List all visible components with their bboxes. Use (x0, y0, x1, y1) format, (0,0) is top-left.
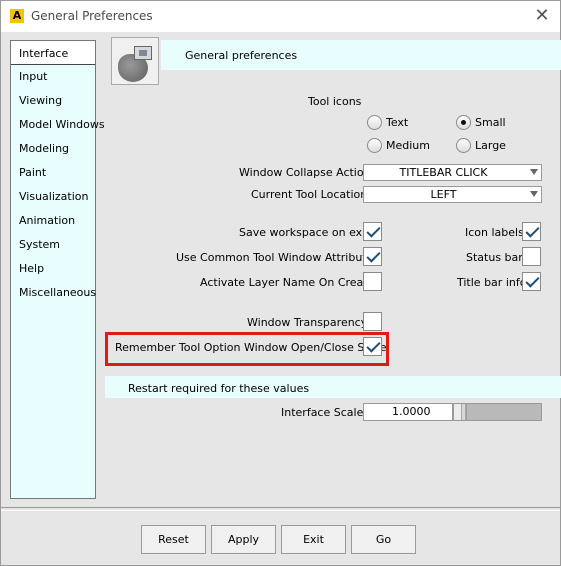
window-collapse-select[interactable]: TITLEBAR CLICK (363, 164, 542, 181)
common-tool-window-label: Use Common Tool Window Attributes (176, 251, 380, 264)
tool-location-select[interactable]: LEFT (363, 186, 542, 203)
radio-text[interactable] (367, 115, 382, 130)
save-workspace-checkbox[interactable] (363, 222, 382, 241)
reset-button[interactable]: Reset (141, 525, 206, 554)
restart-note: Restart required for these values (128, 382, 310, 395)
tool-location-label: Current Tool Location (251, 188, 368, 201)
window-transparency-checkbox[interactable] (363, 312, 382, 331)
sidebar-item-viewing[interactable]: Viewing (11, 89, 95, 113)
radio-large[interactable] (456, 138, 471, 153)
icon-labels-checkbox[interactable] (522, 222, 541, 241)
radio-medium-label: Medium (386, 139, 430, 152)
interface-scale-label: Interface Scale (281, 406, 364, 419)
window-collapse-label: Window Collapse Action (239, 166, 371, 179)
sidebar-item-visualization[interactable]: Visualization (11, 185, 95, 209)
icon-labels-label: Icon labels (465, 226, 524, 239)
activate-layer-name-label: Activate Layer Name On Create (200, 276, 375, 289)
sidebar-item-model-windows[interactable]: Model Windows (11, 113, 105, 137)
sidebar-item-input[interactable]: Input (11, 65, 95, 89)
category-sidebar: Interface Input Viewing Model Windows Mo… (10, 40, 105, 499)
preferences-window: Interface Input Viewing Model Windows Mo… (0, 32, 561, 566)
go-button[interactable]: Go (351, 525, 416, 554)
restart-section-header: Restart required for these values (105, 376, 561, 398)
exit-button[interactable]: Exit (281, 525, 346, 554)
radio-medium[interactable] (367, 138, 382, 153)
sidebar-item-paint[interactable]: Paint (11, 161, 95, 185)
preferences-icon (111, 37, 159, 85)
chevron-down-icon (530, 169, 538, 175)
close-icon[interactable]: ✕ (534, 7, 550, 25)
common-tool-window-checkbox[interactable] (363, 247, 382, 266)
status-bar-checkbox[interactable] (522, 247, 541, 266)
status-bar-label: Status bar (466, 251, 523, 264)
app-logo-icon: A (10, 9, 24, 23)
sidebar-item-miscellaneous[interactable]: Miscellaneous (11, 281, 96, 305)
radio-large-label: Large (475, 139, 506, 152)
radio-small[interactable] (456, 115, 471, 130)
footer-divider (1, 507, 560, 508)
sidebar-item-modeling[interactable]: Modeling (11, 137, 95, 161)
sidebar-item-help[interactable]: Help (11, 257, 95, 281)
interface-scale-input[interactable]: 1.0000 (363, 403, 453, 421)
highlight-box (105, 332, 389, 366)
section-header: General preferences (161, 40, 561, 70)
tool-location-value: LEFT (430, 188, 457, 201)
radio-small-label: Small (475, 116, 506, 129)
title-bar-info-label: Title bar info (457, 276, 527, 289)
radio-text-label: Text (386, 116, 409, 129)
interface-scale-slider[interactable] (453, 403, 542, 421)
window-transparency-label: Window Transparency (247, 316, 368, 329)
window-collapse-value: TITLEBAR CLICK (399, 166, 488, 179)
apply-button[interactable]: Apply (211, 525, 276, 554)
tool-icons-label: Tool icons (308, 95, 362, 108)
title-bar: A General Preferences ✕ (0, 0, 561, 32)
activate-layer-name-checkbox[interactable] (363, 272, 382, 291)
section-title: General preferences (185, 49, 298, 62)
slider-thumb[interactable] (454, 404, 467, 420)
chevron-down-icon (530, 191, 538, 197)
sidebar-item-system[interactable]: System (11, 233, 95, 257)
save-workspace-label: Save workspace on exit (239, 226, 370, 239)
footer-divider-highlight (1, 510, 560, 511)
window-title: General Preferences (31, 9, 153, 23)
sidebar-item-animation[interactable]: Animation (11, 209, 95, 233)
title-bar-info-checkbox[interactable] (522, 272, 541, 291)
sidebar-item-interface[interactable]: Interface (11, 41, 95, 65)
